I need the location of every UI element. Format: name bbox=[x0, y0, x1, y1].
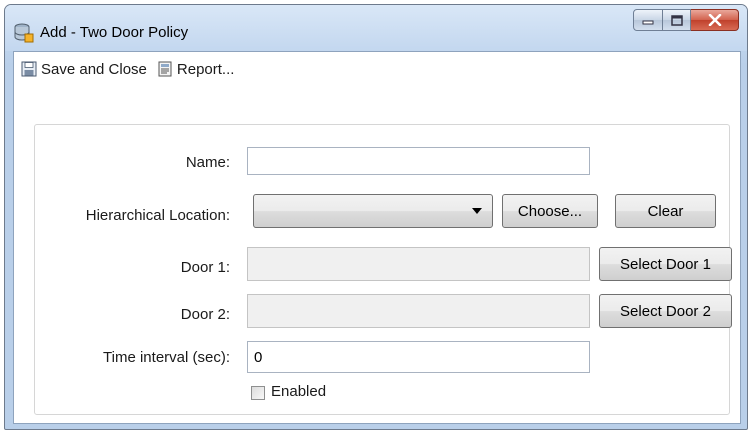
door-1-field bbox=[247, 247, 590, 281]
title-bar[interactable]: Add - Two Door Policy bbox=[5, 5, 747, 51]
save-and-close-button[interactable]: Save and Close bbox=[21, 61, 147, 78]
window-title: Add - Two Door Policy bbox=[40, 24, 189, 41]
time-interval-input[interactable] bbox=[247, 341, 590, 373]
enabled-checkbox[interactable] bbox=[251, 386, 265, 400]
minimize-icon bbox=[642, 20, 654, 25]
report-label: Report... bbox=[176, 60, 235, 78]
close-icon bbox=[708, 14, 721, 26]
enabled-label: Enabled bbox=[271, 383, 327, 400]
door-1-label: Door 1: bbox=[180, 259, 230, 276]
door-2-field bbox=[247, 294, 590, 328]
hierarchical-location-label: Hierarchical Location: bbox=[85, 207, 230, 224]
door-2-label: Door 2: bbox=[180, 306, 230, 323]
window-controls bbox=[633, 9, 739, 31]
floppy-disk-icon bbox=[21, 61, 37, 77]
dialog-content: Save and Close Report... Name: Hierarchi… bbox=[13, 51, 741, 424]
database-icon bbox=[14, 23, 34, 43]
minimize-button[interactable] bbox=[633, 9, 663, 31]
save-and-close-label: Save and Close bbox=[41, 60, 147, 78]
close-button[interactable] bbox=[691, 9, 739, 31]
clear-button[interactable]: Clear bbox=[615, 194, 716, 228]
name-input[interactable] bbox=[247, 147, 590, 175]
choose-button[interactable]: Choose... bbox=[502, 194, 598, 228]
report-icon bbox=[158, 61, 172, 77]
dialog-window: Add - Two Door Policy Save and Close Rep… bbox=[4, 4, 748, 430]
time-interval-label: Time interval (sec): bbox=[103, 349, 230, 366]
select-door-2-button[interactable]: Select Door 2 bbox=[599, 294, 732, 328]
report-button[interactable]: Report... bbox=[157, 60, 235, 78]
hierarchical-location-dropdown[interactable] bbox=[253, 194, 493, 228]
chevron-down-icon bbox=[472, 208, 482, 214]
select-door-1-button[interactable]: Select Door 1 bbox=[599, 247, 732, 281]
name-label: Name: bbox=[185, 154, 230, 171]
toolbar: Save and Close Report... bbox=[14, 52, 740, 86]
maximize-icon bbox=[670, 14, 683, 26]
maximize-button[interactable] bbox=[663, 9, 691, 31]
